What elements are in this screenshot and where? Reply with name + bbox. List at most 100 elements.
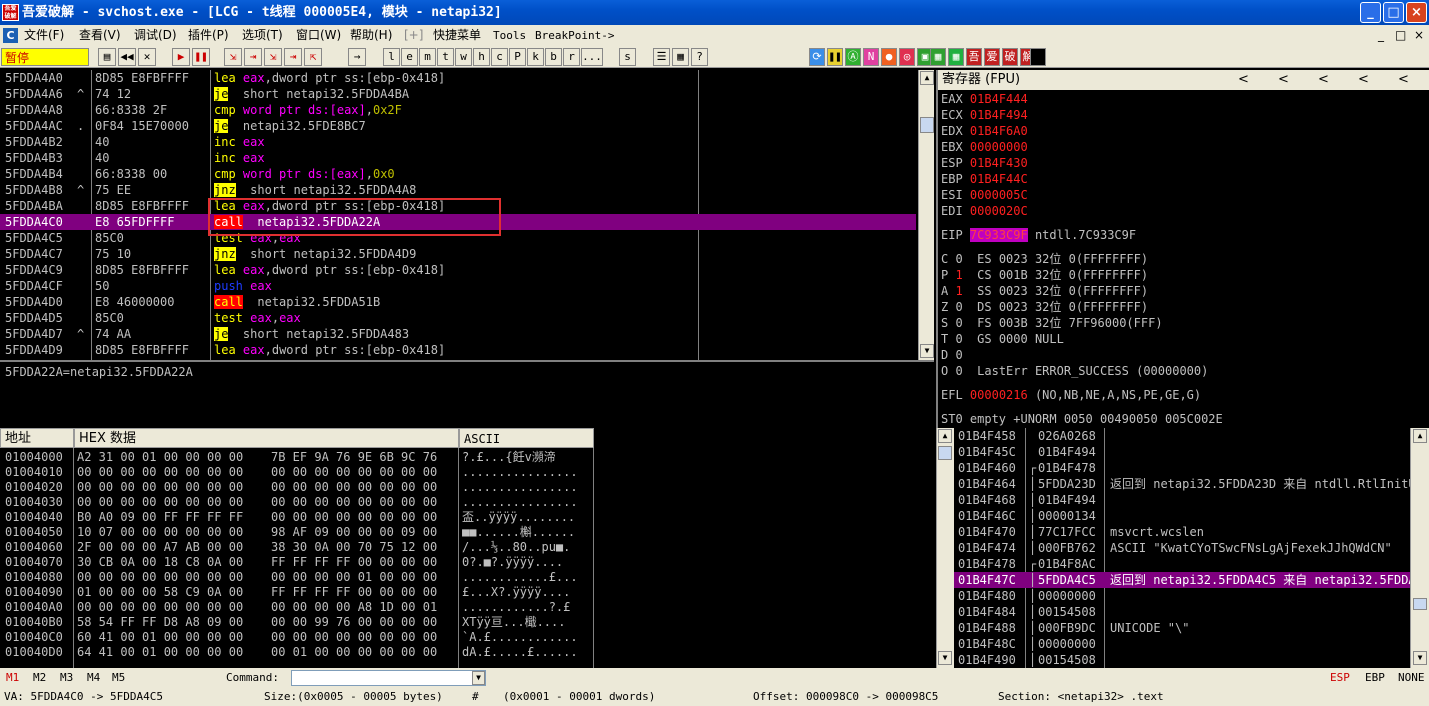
- plugin-refresh-icon[interactable]: ⟳: [809, 48, 825, 66]
- toolbar-button-l[interactable]: l: [383, 48, 400, 66]
- stack-row[interactable]: 01B4F478 ┌ 01B4F8AC: [954, 556, 1410, 572]
- dump-row[interactable]: 010040A0 00 00 00 00 00 00 00 00 00 00 00 …: [0, 599, 934, 615]
- trace-over-icon[interactable]: ⇥: [284, 48, 302, 66]
- reg-arrow-4[interactable]: <: [1358, 70, 1369, 90]
- scroll-down-icon[interactable]: ▼: [920, 344, 934, 358]
- disasm-row[interactable]: 5FDDA4AC. 0F84 15E70000 je netapi32.5FDE8B…: [0, 118, 916, 134]
- flag-row[interactable]: Z 0 DS 0023 32位 0(FFFFFFFF): [941, 299, 1148, 315]
- pause-icon[interactable]: ❚❚: [192, 48, 210, 66]
- stack-right-scrollbar[interactable]: ▲ ▼: [1410, 428, 1429, 668]
- help-icon[interactable]: ?: [691, 48, 708, 66]
- appearance-icon[interactable]: ▦: [672, 48, 689, 66]
- stack-row[interactable]: 01B4F47C │ 5FDDA4C5 返回到 netapi32.5FDDA4C5 来…: [954, 572, 1410, 588]
- stack-row[interactable]: 01B4F488 │ 000FB9DC UNICODE "\": [954, 620, 1410, 636]
- minimize-button[interactable]: _: [1360, 2, 1381, 23]
- disasm-row[interactable]: 5FDDA4B3 40 inc eax: [0, 150, 916, 166]
- dump-header-ascii[interactable]: ASCII: [459, 428, 594, 448]
- register-row[interactable]: EDX 01B4F6A0: [941, 123, 1028, 139]
- options-icon[interactable]: ☰: [653, 48, 670, 66]
- toolbar-button-t[interactable]: t: [437, 48, 454, 66]
- menu-plugins[interactable]: 插件(P): [188, 25, 229, 46]
- disasm-row[interactable]: 5FDDA4D5 85C0 test eax,eax: [0, 310, 916, 326]
- toolbar-button-k[interactable]: k: [527, 48, 544, 66]
- toolbar-button-p[interactable]: P: [509, 48, 526, 66]
- dump-row[interactable]: 01004000 A2 31 00 01 00 00 00 00 7B EF 9A …: [0, 449, 934, 465]
- registers-pane[interactable]: 寄存器 (FPU) < < < < < EAX 01B4F444 ECX 01B4…: [936, 70, 1429, 428]
- toolbar-button-c[interactable]: c: [491, 48, 508, 66]
- stack-row[interactable]: 01B4F468 │ 01B4F494: [954, 492, 1410, 508]
- menu-options[interactable]: 选项(T): [242, 25, 283, 46]
- disasm-row[interactable]: 5FDDA4D0 E8 46000000 call netapi32.5FDDA5…: [0, 294, 916, 310]
- ebp-button[interactable]: EBP: [1365, 668, 1385, 688]
- plugin-wu-button[interactable]: 吾: [966, 48, 982, 66]
- register-row[interactable]: ECX 01B4F494: [941, 107, 1028, 123]
- tab-m2[interactable]: M2: [33, 668, 46, 688]
- stack-row[interactable]: 01B4F48C │ 00000000: [954, 636, 1410, 652]
- dump-row[interactable]: 01004060 2F 00 00 00 A7 AB 00 00 38 30 0A …: [0, 539, 934, 555]
- plugin-circle-icon[interactable]: ●: [881, 48, 897, 66]
- plugin-target-icon[interactable]: ◎: [899, 48, 915, 66]
- step-into-icon[interactable]: ⇲: [224, 48, 242, 66]
- stack-scroll-up-icon[interactable]: ▲: [938, 429, 952, 443]
- open-icon[interactable]: ▤: [98, 48, 116, 66]
- stack-scroll-down-icon[interactable]: ▼: [938, 651, 952, 665]
- plugin-ai-button[interactable]: 爱: [984, 48, 1000, 66]
- stack-row[interactable]: 01B4F458 026A0268: [954, 428, 1410, 444]
- register-row[interactable]: EBP 01B4F44C: [941, 171, 1028, 187]
- toolbar-button-more[interactable]: ...: [581, 48, 603, 66]
- dump-row[interactable]: 010040B0 58 54 FF FF D8 A8 09 00 00 00 99 …: [0, 614, 934, 630]
- disasm-row[interactable]: 5FDDA4D7 ^ 74 AA je short netapi32.5FDDA483: [0, 326, 916, 342]
- reg-arrow-3[interactable]: <: [1318, 70, 1329, 90]
- menu-file[interactable]: 文件(F): [24, 25, 64, 46]
- stack-row[interactable]: 01B4F480 │ 00000000: [954, 588, 1410, 604]
- toolbar-button-m[interactable]: m: [419, 48, 436, 66]
- plugin-calc-icon[interactable]: ▦: [930, 48, 946, 66]
- disasm-row[interactable]: 5FDDA4CF 50 push eax: [0, 278, 916, 294]
- disasm-row[interactable]: 5FDDA4B4 66:8338 00 cmp word ptr ds:[eax]…: [0, 166, 916, 182]
- disasm-row[interactable]: 5FDDA4A6 ^ 74 12 je short netapi32.5FDDA4BA: [0, 86, 916, 102]
- command-dropdown-icon[interactable]: ▼: [472, 671, 485, 685]
- toolbar-button-w[interactable]: w: [455, 48, 472, 66]
- execute-till-return-icon[interactable]: ⇱: [304, 48, 322, 66]
- stack-row[interactable]: 01B4F470 │ 77C17FCC msvcrt.wcslen: [954, 524, 1410, 540]
- plugin-po-button[interactable]: 破: [1002, 48, 1018, 66]
- close-process-icon[interactable]: ✕: [138, 48, 156, 66]
- toolbar-button-r[interactable]: r: [563, 48, 580, 66]
- reg-arrow-1[interactable]: <: [1238, 70, 1249, 90]
- flag-row[interactable]: T 0 GS 0000 NULL: [941, 331, 1064, 347]
- dump-row[interactable]: 01004040 B0 A0 09 00 FF FF FF FF 00 00 00 …: [0, 509, 934, 525]
- disasm-row[interactable]: 5FDDA4B8 ^ 75 EE jnz short netapi32.5FDDA4A…: [0, 182, 916, 198]
- reg-arrow-2[interactable]: <: [1278, 70, 1289, 90]
- tab-m5[interactable]: M5: [112, 668, 125, 688]
- stack-row[interactable]: 01B4F45C 01B4F494: [954, 444, 1410, 460]
- mdi-close-button[interactable]: ×: [1414, 25, 1424, 46]
- flag-row[interactable]: D 0: [941, 347, 977, 363]
- dump-row[interactable]: 01004010 00 00 00 00 00 00 00 00 00 00 00 …: [0, 464, 934, 480]
- register-row[interactable]: ESP 01B4F430: [941, 155, 1028, 171]
- flag-row[interactable]: C 0 ES 0023 32位 0(FFFFFFFF): [941, 251, 1148, 267]
- close-button[interactable]: ×: [1406, 2, 1427, 23]
- plugin-n-icon[interactable]: N: [863, 48, 879, 66]
- scroll-up-icon[interactable]: ▲: [920, 71, 934, 85]
- dump-row[interactable]: 01004090 01 00 00 00 58 C9 0A 00 FF FF FF …: [0, 584, 934, 600]
- dump-pane[interactable]: 地址 HEX 数据 ASCII 01004000 A2 31 00 01 00 0…: [0, 428, 934, 668]
- tab-m3[interactable]: M3: [60, 668, 73, 688]
- reg-arrow-5[interactable]: <: [1398, 70, 1409, 90]
- disasm-row[interactable]: 5FDDA4A8 66:8338 2F cmp word ptr ds:[eax]…: [0, 102, 916, 118]
- scroll-thumb[interactable]: [920, 117, 934, 133]
- register-row-efl[interactable]: EFL 00000216 (NO,NB,NE,A,NS,PE,GE,G): [941, 387, 1201, 403]
- dump-row[interactable]: 01004020 00 00 00 00 00 00 00 00 00 00 00 …: [0, 479, 934, 495]
- stack-row[interactable]: 01B4F490 │ 00154508: [954, 652, 1410, 668]
- stack-right-scroll-down-icon[interactable]: ▼: [1413, 651, 1427, 665]
- esp-button[interactable]: ESP: [1330, 668, 1350, 688]
- dump-row[interactable]: 010040D0 64 41 00 01 00 00 00 00 00 01 00 …: [0, 644, 934, 660]
- flag-row[interactable]: S 0 FS 003B 32位 7FF96000(FFF): [941, 315, 1163, 331]
- dump-row[interactable]: 01004080 00 00 00 00 00 00 00 00 00 00 00 …: [0, 569, 934, 585]
- flag-row[interactable]: P 1 CS 001B 32位 0(FFFFFFFF): [941, 267, 1148, 283]
- menu-breakpoint[interactable]: BreakPoint->: [535, 25, 614, 46]
- disasm-row[interactable]: 5FDDA4D9 8D85 E8FBFFFF lea eax,dword ptr …: [0, 342, 916, 358]
- dump-row[interactable]: 01004030 00 00 00 00 00 00 00 00 00 00 00 …: [0, 494, 934, 510]
- register-row[interactable]: EDI 0000020C: [941, 203, 1028, 219]
- toolbar-button-h[interactable]: h: [473, 48, 490, 66]
- toolbar-button-b[interactable]: b: [545, 48, 562, 66]
